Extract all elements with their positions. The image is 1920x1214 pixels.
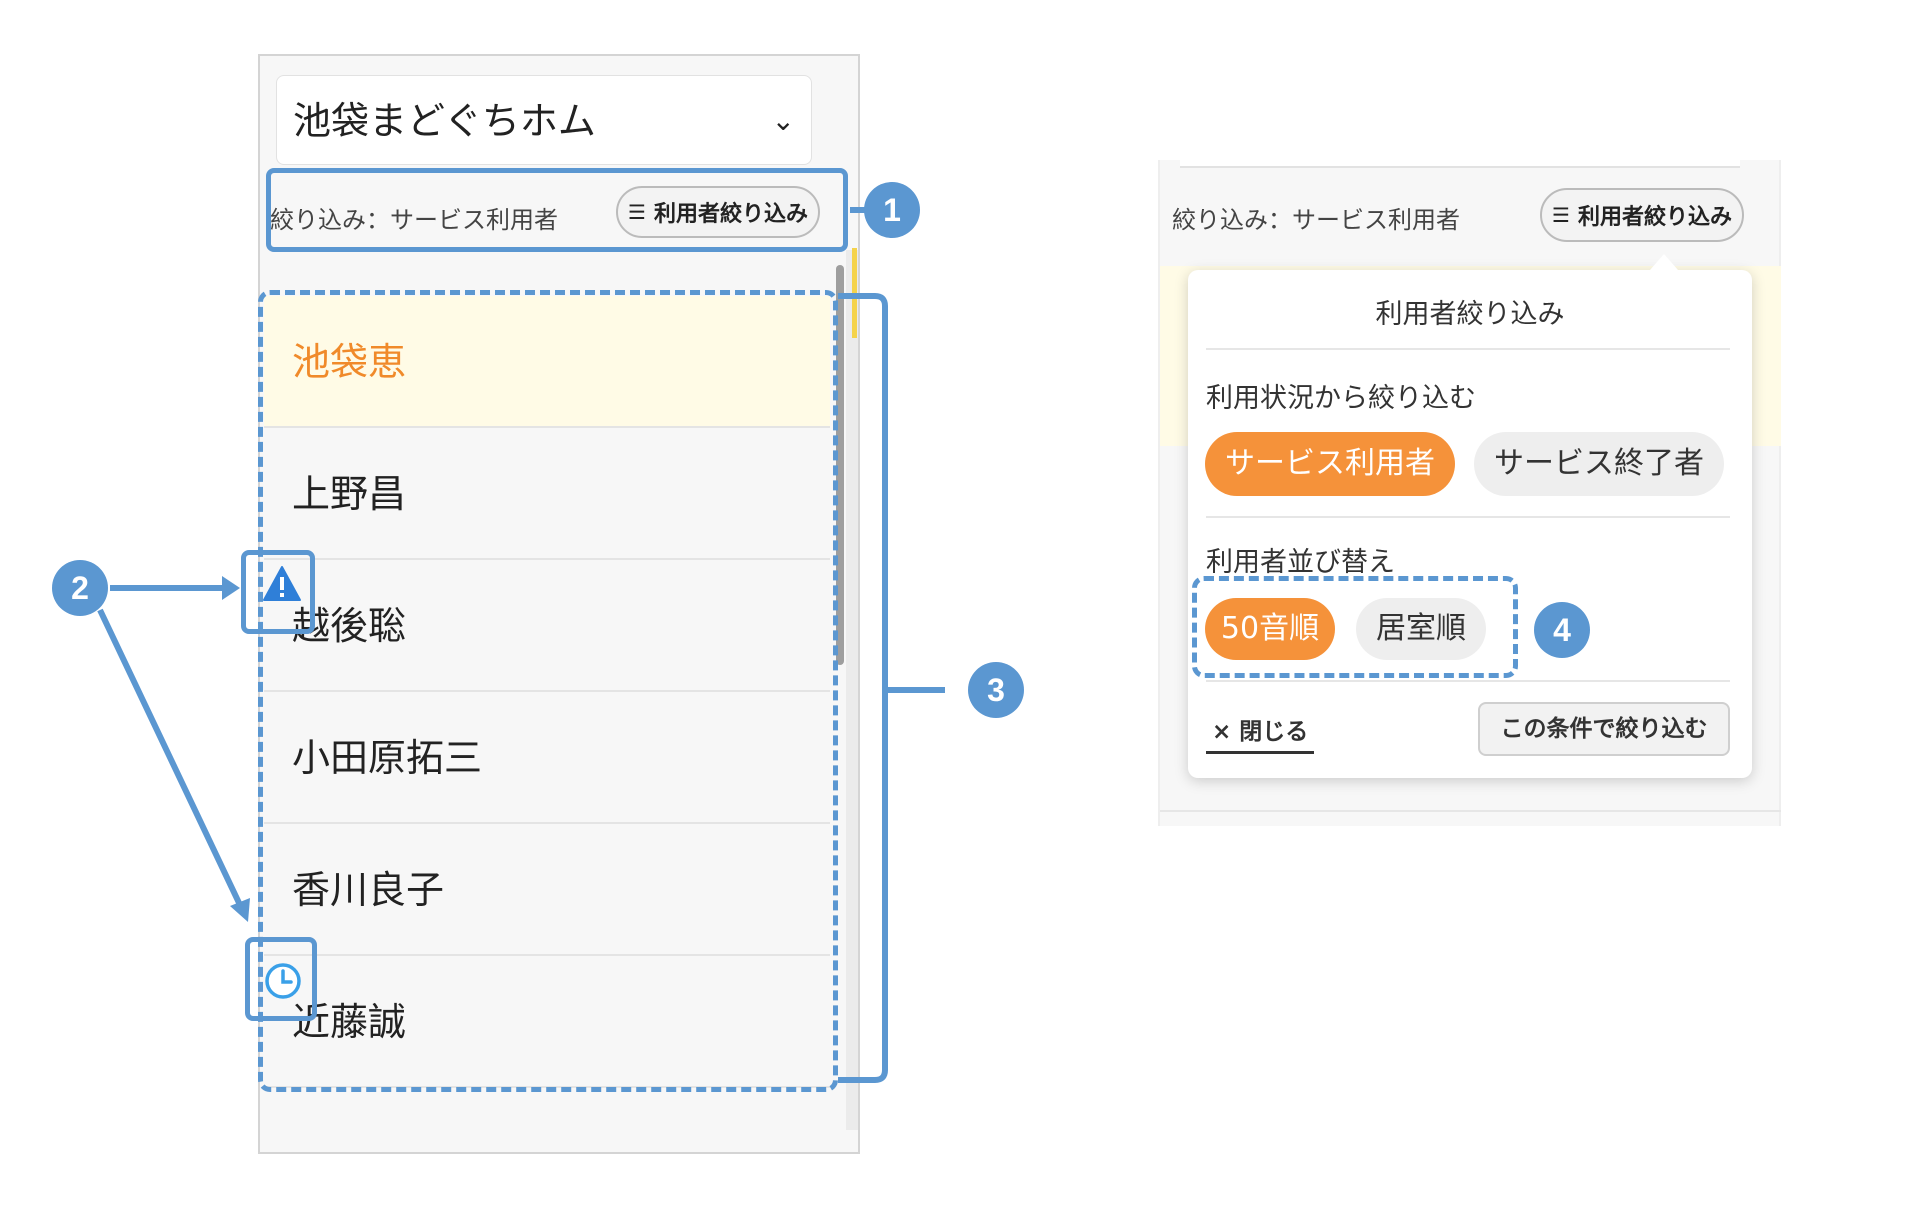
popover-divider: [1206, 348, 1730, 350]
facility-select-edge: [1180, 160, 1740, 168]
user-filter-button-label: 利用者絞り込み: [1577, 205, 1732, 230]
scroll-track: [846, 250, 858, 1130]
user-list-highlight: [258, 290, 838, 1092]
close-button[interactable]: × 閉じる: [1206, 712, 1314, 754]
status-section-label: 利用状況から絞り込む: [1206, 383, 1476, 414]
popover-divider: [1206, 680, 1730, 682]
status-option-ended[interactable]: サービス終了者: [1474, 432, 1724, 496]
filter-bar-highlight: [266, 168, 848, 252]
popover-title: 利用者絞り込み: [1375, 299, 1565, 330]
facility-select-value: 池袋まどぐちホム: [293, 99, 596, 143]
popover-arrow: [1650, 254, 1678, 270]
facility-select[interactable]: 池袋まどぐちホム ⌄: [276, 75, 812, 165]
callout-1: 1: [864, 182, 920, 238]
sort-section-label: 利用者並び替え: [1206, 547, 1395, 578]
status-option-active[interactable]: サービス利用者: [1205, 432, 1455, 496]
popover-divider: [1206, 516, 1730, 518]
close-button-label: × 閉じる: [1212, 719, 1309, 745]
callout-3: 3: [968, 662, 1024, 718]
callout-2: 2: [52, 560, 108, 616]
callout-4: 4: [1534, 602, 1590, 658]
panel-bottom-divider: [1160, 810, 1781, 812]
filter-label: 絞り込み：サービス利用者: [1172, 206, 1460, 234]
sliders-icon: ☰: [1552, 203, 1570, 227]
apply-filter-button[interactable]: この条件で絞り込む: [1478, 702, 1730, 756]
sort-options-highlight: [1192, 576, 1518, 678]
active-indicator-strip: [852, 248, 857, 338]
chevron-down-icon: ⌄: [771, 104, 795, 137]
user-filter-button[interactable]: ☰ 利用者絞り込み: [1540, 188, 1744, 242]
